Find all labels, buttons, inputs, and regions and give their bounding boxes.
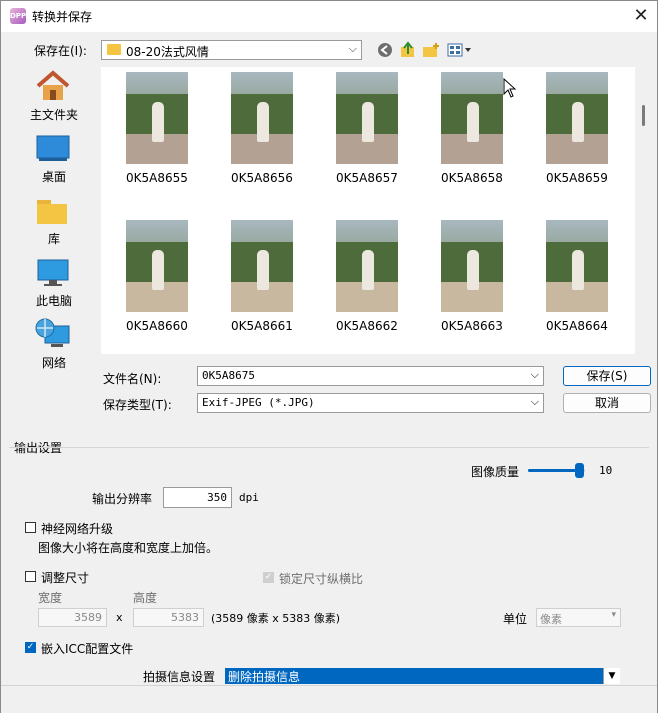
unit-label: 单位 [503, 612, 528, 626]
shooting-info-select[interactable]: 删除拍摄信息 ▼ [225, 668, 620, 684]
thumbnail-image[interactable] [126, 220, 188, 312]
unit-select: 像素 ▾ [536, 608, 621, 627]
height-value: 5383 [171, 611, 199, 624]
times-sign: x [116, 611, 123, 624]
place-label: 此电脑 [35, 294, 72, 308]
icc-checkbox[interactable]: ✓ [25, 642, 36, 653]
place-home[interactable]: 主文件夹 [11, 68, 97, 126]
lock-ratio-label: 锁定尺寸纵横比 [279, 572, 364, 586]
resolution-input[interactable]: 350 [163, 487, 232, 508]
chevron-down-icon[interactable]: ⌵ [531, 368, 539, 382]
quality-value: 10 [599, 464, 613, 477]
resolution-unit: dpi [239, 491, 259, 504]
height-input: 5383 [133, 608, 204, 627]
shooting-info-label: 拍摄信息设置 [143, 670, 216, 684]
place-network[interactable]: 网络 [11, 316, 97, 374]
filetype-label: 保存类型(T): [103, 398, 172, 412]
save-button[interactable]: 保存(S) [563, 366, 651, 386]
place-desktop[interactable]: 桌面 [11, 130, 97, 188]
thumbnail-image[interactable] [336, 220, 398, 312]
up-folder-icon[interactable] [399, 41, 417, 59]
file-name[interactable]: 0K5A8663 [427, 319, 517, 333]
file-name[interactable]: 0K5A8664 [532, 319, 622, 333]
file-name[interactable]: 0K5A8657 [322, 171, 412, 185]
file-list[interactable]: 0K5A8655 0K5A8656 0K5A8657 0K5A8658 0K5A… [101, 67, 635, 354]
place-library[interactable]: 库 [11, 192, 97, 250]
bottom-strip [1, 685, 657, 713]
filename-value: 0K5A8675 [202, 369, 255, 382]
title-bar: DPP 转换并保存 ✕ [1, 1, 657, 32]
thumbnail-image[interactable] [231, 220, 293, 312]
chevron-down-icon: ⌵ [348, 42, 357, 55]
upscale-label[interactable]: 神经网络升级 [41, 520, 113, 537]
library-icon [37, 200, 67, 224]
scrollbar-thumb[interactable] [642, 105, 645, 126]
network-icon [35, 318, 70, 347]
quality-slider-thumb[interactable] [575, 463, 584, 478]
chevron-down-icon[interactable]: ▼ [603, 668, 620, 684]
resolution-label: 输出分辨率 [92, 492, 153, 506]
width-input: 3589 [38, 608, 107, 627]
home-icon [36, 70, 70, 100]
resize-label[interactable]: 调整尺寸 [41, 569, 89, 586]
new-folder-icon[interactable] [422, 41, 440, 59]
save-in-dropdown[interactable]: 08-20法式风情 ⌵ [101, 40, 362, 60]
thumbnail-image[interactable] [441, 220, 503, 312]
cancel-button[interactable]: 取消 [563, 393, 651, 413]
lock-ratio-checkbox: ✓ [263, 572, 274, 583]
height-label: 高度 [133, 591, 158, 605]
places-bar: 主文件夹 桌面 库 此电脑 网络 [11, 66, 97, 431]
save-dialog-window: DPP 转换并保存 ✕ 保存在(I): 08-20法式风情 ⌵ 主文件夹 桌面 … [0, 0, 658, 713]
thumbnail-image[interactable] [126, 72, 188, 164]
width-value: 3589 [74, 611, 102, 624]
file-name[interactable]: 0K5A8661 [217, 319, 307, 333]
upscale-description: 图像大小将在高度和宽度上加倍。 [38, 541, 219, 555]
file-name[interactable]: 0K5A8659 [532, 171, 622, 185]
icc-label[interactable]: 嵌入ICC配置文件 [41, 640, 133, 657]
folder-icon [107, 44, 121, 55]
file-name[interactable]: 0K5A8658 [427, 171, 517, 185]
chevron-down-icon: ▾ [611, 610, 616, 620]
filetype-select[interactable]: Exif-JPEG (*.JPG) ⌵ [197, 393, 544, 413]
filetype-value: Exif-JPEG (*.JPG) [202, 396, 315, 409]
shooting-info-value: 删除拍摄信息 [228, 670, 301, 684]
file-name[interactable]: 0K5A8662 [322, 319, 412, 333]
thumbnail-image[interactable] [441, 72, 503, 164]
resize-checkbox[interactable] [25, 571, 36, 582]
file-name[interactable]: 0K5A8660 [112, 319, 202, 333]
place-label: 网络 [41, 356, 66, 370]
save-in-folder: 08-20法式风情 [126, 45, 209, 59]
place-label: 库 [47, 232, 60, 246]
app-icon: DPP [10, 8, 26, 24]
quality-slider-fill [528, 469, 579, 472]
unit-value: 像素 [540, 613, 562, 626]
thumbnail-image[interactable] [546, 72, 608, 164]
place-this-pc[interactable]: 此电脑 [11, 254, 97, 312]
window-title: 转换并保存 [32, 10, 93, 24]
mouse-cursor-icon [503, 78, 517, 98]
resolution-value: 350 [207, 491, 227, 504]
back-icon[interactable] [376, 42, 394, 60]
chevron-down-icon[interactable]: ⌵ [531, 395, 539, 409]
thumbnail-image[interactable] [231, 72, 293, 164]
filename-label: 文件名(N): [103, 372, 162, 386]
view-menu-icon[interactable] [447, 41, 473, 59]
width-label: 宽度 [38, 591, 63, 605]
place-label: 桌面 [41, 170, 66, 184]
save-in-label: 保存在(I): [34, 44, 87, 58]
close-icon[interactable]: ✕ [629, 5, 653, 27]
upscale-checkbox[interactable] [25, 522, 36, 533]
computer-icon [37, 259, 69, 286]
file-name[interactable]: 0K5A8656 [217, 171, 307, 185]
place-label: 主文件夹 [29, 108, 78, 122]
desktop-icon [36, 135, 70, 161]
divider [9, 447, 649, 448]
thumbnail-image[interactable] [336, 72, 398, 164]
file-name[interactable]: 0K5A8655 [112, 171, 202, 185]
thumbnail-image[interactable] [546, 220, 608, 312]
quality-label: 图像质量 [471, 465, 520, 479]
filename-input[interactable]: 0K5A8675 ⌵ [197, 366, 544, 386]
pixel-size-note: (3589 像素 x 5383 像素) [211, 612, 341, 625]
